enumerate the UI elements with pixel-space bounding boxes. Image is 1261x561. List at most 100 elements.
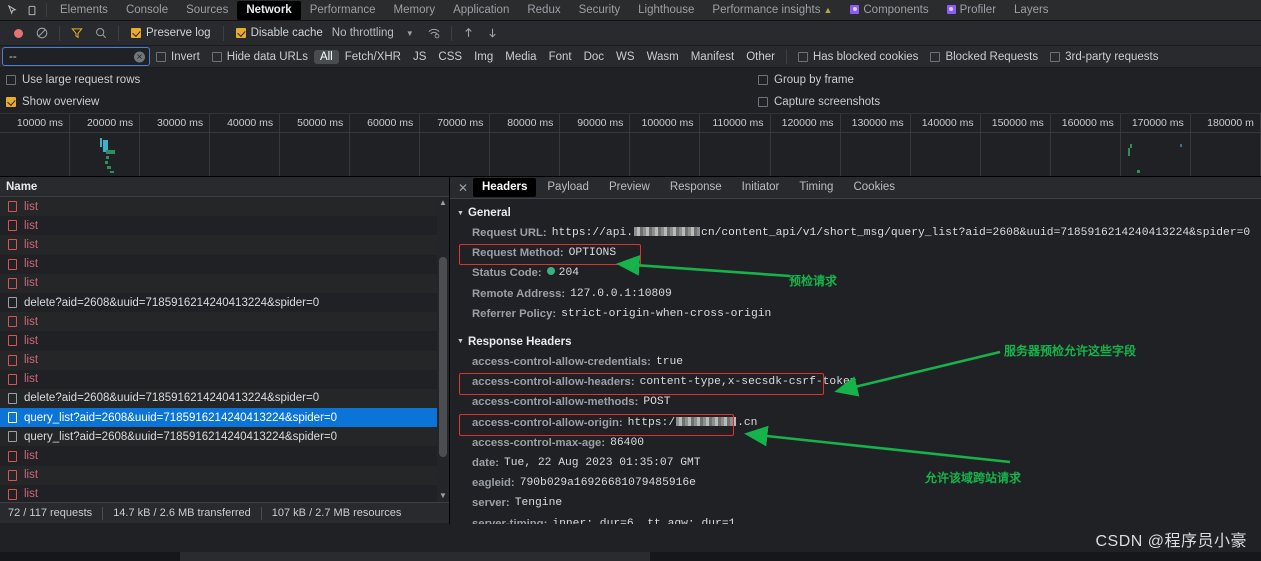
filter-toggle-button[interactable]	[65, 22, 89, 44]
scrollbar-thumb[interactable]	[439, 257, 447, 457]
devtools-tab-performance[interactable]: Performance	[301, 1, 385, 20]
devtools-tab-sources[interactable]: Sources	[177, 1, 237, 20]
disable-cache-checkbox[interactable]: Disable cache	[229, 27, 330, 39]
request-row[interactable]: list	[0, 254, 449, 274]
use-large-request-rows-checkbox[interactable]: Use large request rows	[6, 74, 140, 86]
filter-type-js[interactable]: JS	[407, 50, 432, 64]
devtools-tab-application[interactable]: Application	[444, 1, 518, 20]
request-row[interactable]: query_list?aid=2608&uuid=718591621424041…	[0, 408, 449, 428]
document-icon	[8, 201, 17, 213]
filter-type-wasm[interactable]: Wasm	[641, 50, 685, 64]
tab-preview[interactable]: Preview	[600, 178, 659, 197]
row-value: content-type,x-secsdk-csrf-token	[639, 376, 857, 389]
devtools-tab-profiler[interactable]: Profiler	[938, 1, 1005, 20]
has-blocked-cookies-checkbox[interactable]: Has blocked cookies	[792, 51, 924, 63]
checkbox-box	[211, 51, 222, 62]
request-row[interactable]: list	[0, 369, 449, 389]
preserve-log-checkbox[interactable]: Preserve log	[124, 27, 218, 39]
hide-data-urls-checkbox[interactable]: Hide data URLs	[206, 51, 314, 63]
devtools-tab-performance-insights[interactable]: Performance insights ▲	[703, 1, 841, 20]
import-har-icon[interactable]	[457, 22, 481, 44]
request-row[interactable]: list	[0, 312, 449, 332]
record-button[interactable]	[6, 22, 30, 44]
inspect-element-icon[interactable]	[2, 1, 22, 20]
request-list-scrollbar[interactable]: ▲ ▼	[437, 197, 449, 502]
search-icon[interactable]	[89, 22, 113, 44]
group-by-frame-checkbox[interactable]: Group by frame	[758, 74, 854, 86]
status-ok-icon	[546, 267, 555, 276]
blocked-requests-checkbox[interactable]: Blocked Requests	[924, 51, 1044, 63]
tab-headers[interactable]: Headers	[473, 178, 537, 197]
devtools-tab-network[interactable]: Network	[237, 0, 301, 20]
clear-filter-icon[interactable]: ✕	[134, 51, 145, 62]
devtools-tab-lighthouse[interactable]: Lighthouse	[629, 1, 703, 20]
overview-blip	[106, 150, 115, 154]
network-overview-timeline[interactable]: 10000 ms 20000 ms 30000 ms 40000 ms 50000 ms…	[0, 114, 1261, 177]
request-row[interactable]: delete?aid=2608&uuid=7185916214240413224…	[0, 292, 449, 313]
request-row[interactable]: list	[0, 484, 449, 502]
overview-blip	[106, 156, 109, 159]
tab-initiator[interactable]: Initiator	[733, 178, 789, 197]
request-row[interactable]: delete?aid=2608&uuid=7185916214240413224…	[0, 388, 449, 409]
request-row[interactable]: list	[0, 350, 449, 370]
throttling-select[interactable]: No throttling	[330, 27, 396, 39]
filter-type-css[interactable]: CSS	[432, 50, 468, 64]
overview-blip	[1180, 144, 1182, 147]
filter-type-doc[interactable]: Doc	[578, 50, 610, 64]
filter-type-ws[interactable]: WS	[610, 50, 641, 64]
chevron-down-icon[interactable]: ▼	[396, 29, 422, 38]
detail-tab-strip: ✕ Headers Payload Preview Response Initi…	[450, 177, 1261, 199]
clear-button[interactable]	[30, 22, 54, 44]
row-key: Remote Address:	[472, 287, 566, 300]
request-row[interactable]: list	[0, 331, 449, 351]
devtools-tab-console[interactable]: Console	[117, 1, 177, 20]
request-row[interactable]: list	[0, 197, 449, 217]
request-row[interactable]: list	[0, 235, 449, 255]
devtools-tab-elements[interactable]: Elements	[51, 1, 117, 20]
filter-type-media[interactable]: Media	[499, 50, 542, 64]
filter-type-all[interactable]: All	[313, 49, 339, 64]
request-row[interactable]: list	[0, 465, 449, 485]
devtools-tab-memory[interactable]: Memory	[385, 1, 445, 20]
response-headers-section-title[interactable]: ▼ Response Headers	[450, 332, 1261, 352]
close-icon[interactable]: ✕	[454, 181, 472, 195]
request-name: delete?aid=2608&uuid=7185916214240413224…	[24, 392, 320, 405]
capture-screenshots-checkbox[interactable]: Capture screenshots	[758, 96, 880, 108]
scroll-up-icon[interactable]: ▲	[437, 197, 449, 209]
device-toolbar-icon[interactable]	[22, 1, 42, 20]
document-icon	[8, 220, 17, 232]
filter-input[interactable]	[2, 47, 150, 66]
filter-type-fetch-xhr[interactable]: Fetch/XHR	[339, 50, 407, 64]
tab-response[interactable]: Response	[661, 178, 731, 197]
timeline-tick-label: 110000 ms	[712, 117, 764, 129]
tab-payload[interactable]: Payload	[538, 178, 598, 197]
request-list[interactable]: list list list list list delete?aid=2608&uuid…	[0, 197, 449, 502]
filter-type-img[interactable]: Img	[468, 50, 499, 64]
show-overview-checkbox[interactable]: Show overview	[6, 96, 99, 108]
request-row[interactable]: list	[0, 446, 449, 466]
export-har-icon[interactable]	[481, 22, 505, 44]
request-list-header[interactable]: Name	[0, 177, 449, 197]
devtools-tab-layers[interactable]: Layers	[1005, 1, 1058, 20]
devtools-tab-components[interactable]: Components	[841, 1, 937, 20]
filter-type-font[interactable]: Font	[543, 50, 578, 64]
timeline-tick-label: 30000 ms	[157, 117, 204, 129]
window-bottom-edge-strip	[180, 552, 650, 561]
devtools-tab-redux[interactable]: Redux	[518, 1, 569, 20]
devtools-tab-security[interactable]: Security	[570, 1, 630, 20]
tab-cookies[interactable]: Cookies	[844, 178, 904, 197]
third-party-requests-checkbox[interactable]: 3rd-party requests	[1044, 51, 1164, 63]
filter-type-manifest[interactable]: Manifest	[685, 50, 740, 64]
request-row[interactable]: list	[0, 273, 449, 293]
checkbox-box	[131, 28, 141, 38]
request-row[interactable]: list	[0, 216, 449, 236]
filter-type-other[interactable]: Other	[740, 50, 781, 64]
general-section-title[interactable]: ▼ General	[450, 203, 1261, 223]
section-label: General	[467, 207, 511, 219]
scroll-down-icon[interactable]: ▼	[437, 490, 449, 502]
request-row[interactable]: query_list?aid=2608&uuid=718591621424041…	[0, 427, 449, 447]
network-conditions-icon[interactable]	[422, 22, 446, 44]
timeline-tick-label: 150000 ms	[991, 117, 1044, 129]
invert-checkbox[interactable]: Invert	[150, 51, 206, 63]
tab-timing[interactable]: Timing	[790, 178, 842, 197]
